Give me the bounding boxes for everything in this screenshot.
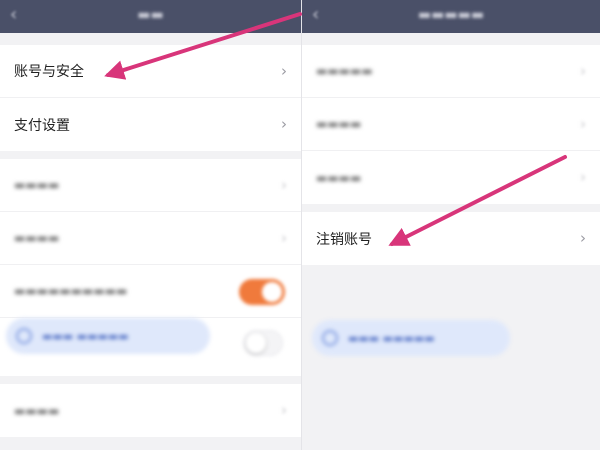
toggle-switch[interactable] bbox=[243, 330, 283, 356]
toggle-switch[interactable] bbox=[239, 279, 285, 305]
settings-item-payment[interactable]: 支付设置 › bbox=[0, 98, 301, 151]
settings-group-account: 账号与安全 › 支付设置 › bbox=[0, 45, 301, 151]
navbar: ‹ ▬▬▬▬▬ bbox=[302, 0, 600, 33]
settings-item-blurred[interactable]: ▬▬▬▬ › bbox=[0, 159, 301, 212]
account-security-screen: ‹ ▬▬▬▬▬ ▬▬▬▬▬ › ▬▬▬▬ › ▬▬▬▬ › 注销账号 › ▬▬▬… bbox=[302, 0, 600, 450]
settings-item-blurred[interactable]: ▬▬▬▬ › bbox=[0, 384, 301, 437]
account-group-cancel: 注销账号 › bbox=[302, 212, 600, 265]
navbar: ‹ ▬▬ bbox=[0, 0, 301, 33]
chevron-right-icon: › bbox=[281, 176, 287, 194]
chevron-right-icon: › bbox=[580, 229, 586, 247]
shield-icon bbox=[16, 328, 32, 344]
settings-item-blurred[interactable]: ▬▬▬▬ › bbox=[0, 212, 301, 265]
settings-item-account-security[interactable]: 账号与安全 › bbox=[0, 45, 301, 98]
chevron-right-icon: › bbox=[580, 168, 586, 186]
chevron-right-icon: › bbox=[281, 62, 287, 80]
bubble-text-blurred: ▬▬▬ ▬▬▬▬▬ bbox=[42, 329, 129, 343]
account-item-blurred[interactable]: ▬▬▬▬ › bbox=[302, 151, 600, 204]
row-label-blurred: ▬▬▬▬ bbox=[14, 403, 60, 418]
page-title: ▬▬▬▬▬ bbox=[417, 7, 485, 23]
row-label-blurred: ▬▬▬▬ bbox=[316, 170, 362, 185]
row-label: 账号与安全 bbox=[14, 64, 84, 80]
account-item-blurred[interactable]: ▬▬▬▬▬ › bbox=[302, 45, 600, 98]
row-label-blurred: ▬▬▬▬▬ bbox=[316, 64, 373, 78]
shield-icon bbox=[322, 330, 338, 346]
chevron-right-icon: › bbox=[580, 62, 586, 80]
settings-item-blurred-toggle: ▬▬▬▬▬▬▬▬▬▬ bbox=[0, 265, 301, 318]
account-group: ▬▬▬▬▬ › ▬▬▬▬ › ▬▬▬▬ › bbox=[302, 45, 600, 204]
row-label-blurred: ▬▬▬▬ bbox=[14, 231, 60, 245]
settings-screen: ‹ ▬▬ 账号与安全 › 支付设置 › ▬▬▬▬ › ▬▬▬▬ › ▬▬▬▬▬▬… bbox=[0, 0, 301, 450]
floating-bubble[interactable]: ▬▬▬ ▬▬▬▬▬ bbox=[6, 318, 210, 354]
bubble-text-blurred: ▬▬▬ ▬▬▬▬▬ bbox=[348, 331, 435, 345]
account-item-blurred[interactable]: ▬▬▬▬ › bbox=[302, 98, 600, 151]
row-label-blurred: ▬▬▬▬▬▬▬▬▬▬ bbox=[14, 284, 128, 298]
row-label-blurred: ▬▬▬▬ bbox=[316, 117, 362, 131]
row-label-blurred: ▬▬▬▬ bbox=[14, 178, 60, 192]
row-label: 支付设置 bbox=[14, 117, 70, 134]
chevron-right-icon: › bbox=[580, 115, 586, 133]
row-label: 注销账号 bbox=[316, 231, 372, 248]
chevron-right-icon: › bbox=[281, 401, 287, 419]
account-item-cancel-account[interactable]: 注销账号 › bbox=[302, 212, 600, 265]
chevron-right-icon: › bbox=[281, 229, 287, 247]
chevron-right-icon: › bbox=[281, 115, 287, 133]
floating-bubble[interactable]: ▬▬▬ ▬▬▬▬▬ bbox=[312, 320, 510, 356]
settings-group-more: ▬▬▬▬ › bbox=[0, 384, 301, 437]
page-title: ▬▬ bbox=[137, 7, 164, 23]
